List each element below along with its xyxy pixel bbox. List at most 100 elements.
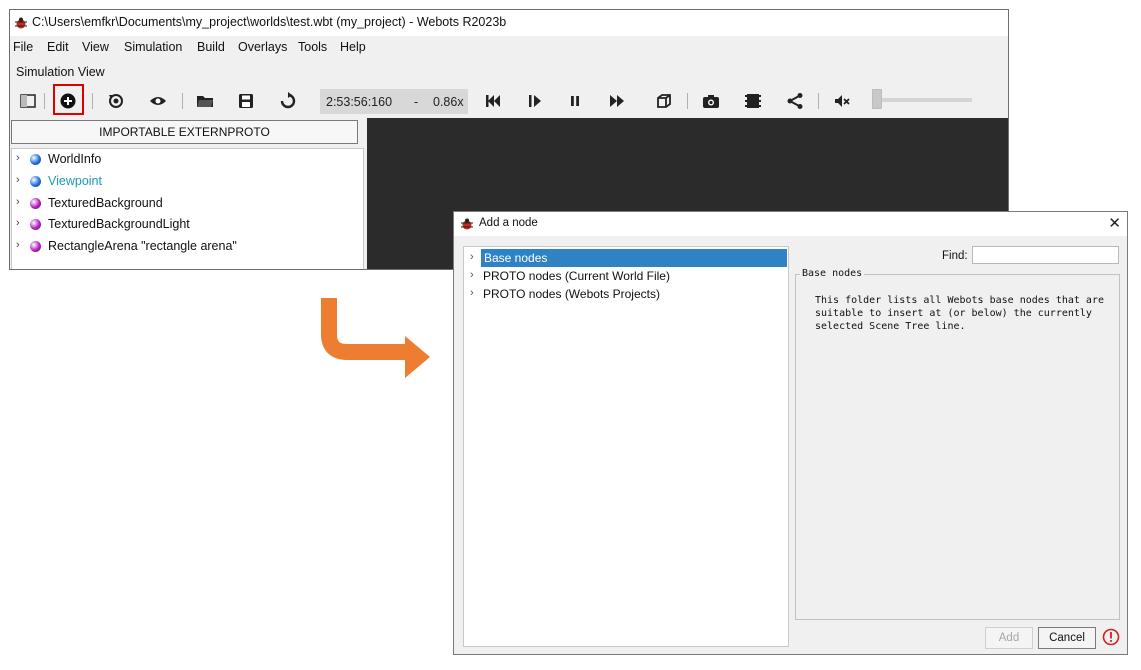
node-sphere-icon bbox=[30, 175, 41, 187]
toolbar-separator bbox=[182, 93, 183, 109]
node-sphere-icon bbox=[30, 197, 41, 209]
add-button[interactable]: Add bbox=[985, 627, 1033, 649]
tree-item-label: PROTO nodes (Current World File) bbox=[483, 269, 670, 283]
tree-item-label: PROTO nodes (Webots Projects) bbox=[483, 287, 660, 301]
chevron-right-icon[interactable]: › bbox=[16, 217, 20, 229]
scene-tree-row[interactable]: › Viewpoint bbox=[12, 172, 363, 192]
tree-item-base-nodes[interactable]: › Base nodes bbox=[464, 249, 788, 267]
scene-tree-label: RectangleArena "rectangle arena" bbox=[48, 239, 237, 254]
menu-help[interactable]: Help bbox=[340, 40, 366, 54]
cube-icon bbox=[657, 94, 671, 108]
node-category-tree: › Base nodes › PROTO nodes (Current Worl… bbox=[463, 246, 789, 647]
eye-icon bbox=[150, 97, 166, 105]
node-sphere-icon bbox=[30, 219, 41, 231]
node-sphere-icon bbox=[30, 241, 41, 253]
chevron-right-icon[interactable]: › bbox=[16, 196, 20, 208]
toolbar-separator bbox=[44, 93, 45, 109]
save-world-button[interactable] bbox=[234, 89, 258, 113]
chevron-right-icon[interactable]: › bbox=[16, 239, 20, 251]
pause-button[interactable] bbox=[563, 89, 587, 113]
webots-bug-icon bbox=[461, 218, 473, 230]
open-folder-icon bbox=[197, 96, 213, 107]
main-toolbar bbox=[10, 86, 1008, 116]
main-window-title: C:\Users\emfkr\Documents\my_project\worl… bbox=[32, 15, 507, 29]
close-icon[interactable]: ✕ bbox=[1108, 214, 1121, 232]
node-sphere-icon bbox=[30, 154, 41, 165]
save-icon bbox=[239, 94, 253, 108]
open-world-button[interactable] bbox=[193, 89, 217, 113]
menu-build[interactable]: Build bbox=[197, 40, 225, 54]
scene-tree-row[interactable]: › TexturedBackgroundLight bbox=[12, 215, 363, 235]
volume-slider-handle[interactable] bbox=[872, 89, 882, 109]
chevron-right-icon[interactable]: › bbox=[470, 287, 474, 299]
add-node-dialog: Add a node ✕ › Base nodes › PROTO nodes … bbox=[453, 211, 1128, 655]
reset-simulation-button[interactable] bbox=[104, 89, 128, 113]
dialog-title: Add a node bbox=[479, 217, 538, 229]
webots-bug-icon bbox=[15, 17, 27, 29]
scene-tree: › WorldInfo › Viewpoint › TexturedBackground ›… bbox=[11, 148, 364, 269]
mute-icon bbox=[835, 95, 850, 107]
toolbar-separator bbox=[818, 93, 819, 109]
step-button[interactable] bbox=[523, 89, 547, 113]
panel-toggle-icon bbox=[20, 94, 36, 108]
chevron-right-icon[interactable]: › bbox=[16, 152, 20, 164]
scene-tree-label: Viewpoint bbox=[48, 173, 102, 188]
tree-item-proto-webots-projects[interactable]: › PROTO nodes (Webots Projects) bbox=[464, 285, 788, 303]
simulation-speed: 0.86x bbox=[433, 95, 464, 109]
chevron-right-icon[interactable]: › bbox=[470, 251, 474, 263]
simulation-time: 2:53:56:160 bbox=[326, 95, 393, 109]
mute-button[interactable] bbox=[830, 89, 854, 113]
cancel-button[interactable]: Cancel bbox=[1038, 627, 1096, 649]
node-description: This folder lists all Webots base nodes … bbox=[815, 295, 1104, 332]
menu-edit[interactable]: Edit bbox=[47, 40, 69, 54]
reset-view-icon bbox=[109, 94, 123, 108]
restart-button[interactable] bbox=[481, 89, 505, 113]
scene-tree-row[interactable]: › TexturedBackground bbox=[12, 194, 363, 214]
scene-tree-label: WorldInfo bbox=[48, 152, 102, 166]
record-movie-button[interactable] bbox=[741, 89, 765, 113]
chevron-right-icon[interactable]: › bbox=[470, 269, 474, 281]
scene-tree-row[interactable]: › RectangleArena "rectangle arena" bbox=[12, 237, 363, 257]
scene-tree-label: TexturedBackground bbox=[48, 195, 163, 210]
reload-world-button[interactable] bbox=[276, 89, 300, 113]
importable-externproto-button[interactable]: IMPORTABLE EXTERNPROTO bbox=[11, 120, 358, 144]
share-icon bbox=[787, 93, 803, 109]
scene-tree-row[interactable]: › WorldInfo bbox=[12, 150, 363, 170]
fast-forward-icon bbox=[610, 95, 624, 107]
camera-icon bbox=[703, 95, 719, 108]
menu-view[interactable]: View bbox=[82, 40, 109, 54]
share-button[interactable] bbox=[783, 89, 807, 113]
toolbar-separator bbox=[687, 93, 688, 109]
menu-simulation[interactable]: Simulation bbox=[124, 40, 182, 54]
chevron-right-icon[interactable]: › bbox=[16, 174, 20, 186]
reload-icon bbox=[280, 92, 296, 109]
dialog-titlebar: Add a node ✕ bbox=[454, 212, 1127, 236]
menu-file[interactable]: File bbox=[13, 40, 33, 54]
flow-arrow-icon bbox=[321, 298, 430, 378]
screenshot-button[interactable] bbox=[699, 89, 723, 113]
add-node-highlight-box bbox=[53, 84, 84, 115]
find-input[interactable] bbox=[972, 246, 1119, 264]
view-button[interactable] bbox=[146, 89, 170, 113]
step-forward-icon bbox=[529, 95, 541, 107]
tree-item-label: Base nodes bbox=[484, 251, 548, 265]
menu-bar: File Edit View Simulation Build Overlays… bbox=[10, 38, 1008, 58]
node-info-group: Base nodes This folder lists all Webots … bbox=[795, 268, 1120, 620]
find-label: Find: bbox=[942, 250, 968, 262]
step-back-icon bbox=[486, 95, 500, 107]
pause-icon bbox=[571, 96, 579, 106]
menu-tools[interactable]: Tools bbox=[298, 40, 327, 54]
simulation-view-label: Simulation View bbox=[16, 65, 105, 79]
time-separator: - bbox=[414, 95, 419, 109]
scene-tree-panel: IMPORTABLE EXTERNPROTO › WorldInfo › Viewpo… bbox=[10, 118, 365, 269]
menu-overlays[interactable]: Overlays bbox=[238, 40, 287, 54]
object-view-button[interactable] bbox=[652, 89, 676, 113]
group-title: Base nodes bbox=[800, 268, 865, 279]
panel-toggle-button[interactable] bbox=[16, 89, 40, 113]
tree-item-proto-current-world[interactable]: › PROTO nodes (Current World File) bbox=[464, 267, 788, 285]
simulation-time-display: 2:53:56:160 - 0.86x bbox=[320, 89, 468, 114]
warning-icon[interactable] bbox=[1102, 628, 1120, 646]
film-icon bbox=[745, 94, 761, 108]
volume-slider-track[interactable] bbox=[872, 98, 972, 102]
fast-forward-button[interactable] bbox=[605, 89, 629, 113]
